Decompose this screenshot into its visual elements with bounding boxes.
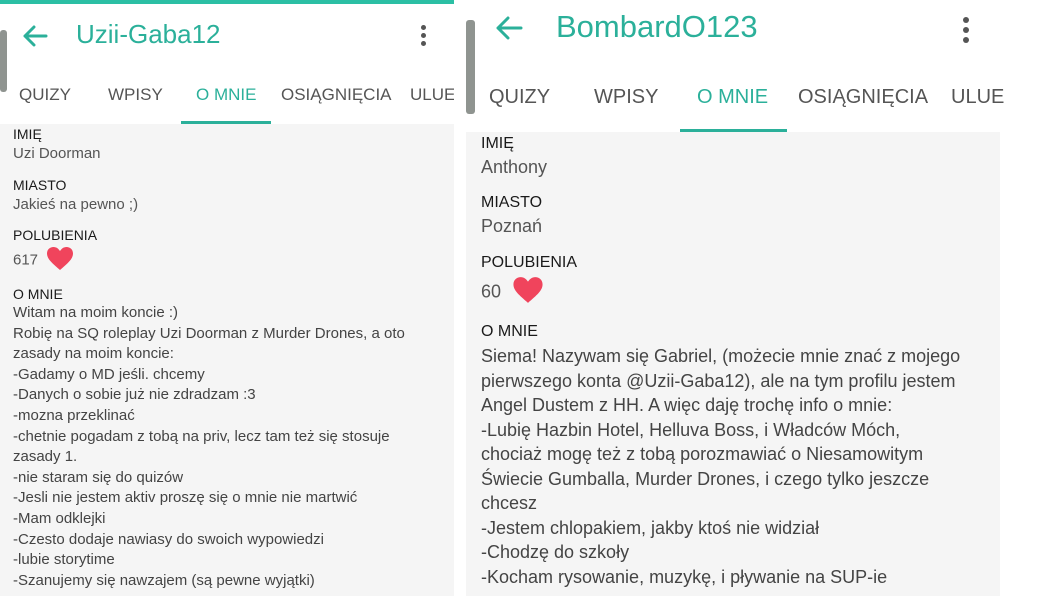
left-profile-screen: Uzii-Gaba12 QUIZY WPISY O MNIE OSIĄGNIĘC… (0, 0, 454, 596)
profile-username: BombardO123 (556, 9, 758, 44)
tab-o-mnie[interactable]: O MNIE (196, 85, 256, 105)
tab-o-mnie[interactable]: O MNIE (697, 86, 768, 109)
tab-quizy[interactable]: QUIZY (489, 86, 550, 109)
tab-osiagniecia[interactable]: OSIĄGNIĘCIA (798, 86, 928, 109)
likes-count: 60 (481, 281, 502, 302)
city-value: Poznań (481, 216, 543, 236)
name-label: IMIĘ (13, 126, 42, 142)
profile-username: Uzii-Gaba12 (76, 19, 221, 49)
about-label: O MNIE (13, 286, 63, 302)
about-field: O MNIE Siema! Nazywam się Gabriel, (może… (481, 323, 1000, 589)
tab-osiagniecia[interactable]: OSIĄGNIĘCIA (281, 85, 392, 105)
about-line: -nie staram się do quizów (13, 468, 184, 486)
about-line: zasady 1. (13, 448, 78, 466)
about-text: Witam na moim koncie :) Robię na SQ role… (13, 303, 454, 591)
about-line: -Gadamy o MD jeśli. chcemy (13, 365, 205, 383)
likes-count: 617 (13, 251, 39, 269)
city-label: MIASTO (13, 177, 67, 193)
more-vertical-icon[interactable] (421, 25, 426, 49)
more-vertical-icon[interactable] (963, 17, 969, 47)
back-arrow-icon[interactable] (22, 25, 48, 47)
city-field: MIASTO Poznań (481, 194, 1000, 237)
about-line: Robię na SQ roleplay Uzi Doorman z Murde… (13, 324, 405, 342)
about-content: IMIĘ Anthony MIASTO Poznań POLUBIENIA 60… (466, 132, 1000, 596)
about-content: IMIĘ Uzi Doorman MIASTO Jakieś na pewno … (0, 124, 454, 596)
about-line: -Danych o sobie już nie zdradzam :3 (13, 386, 256, 404)
about-line: -Lubię Hazbin Hotel, Helluva Boss, i Wła… (481, 419, 901, 440)
about-line: -lubie storytime (13, 551, 115, 569)
likes-field: POLUBIENIA 60 (481, 254, 1000, 309)
about-label: O MNIE (481, 323, 538, 340)
about-line: Angel Dustem z HH. A więc daję trochę in… (481, 395, 893, 415)
name-field: IMIĘ Uzi Doorman (13, 126, 454, 162)
tab-ulubione[interactable]: ULUE (951, 86, 1004, 109)
about-line: -Chodzę do szkoły (481, 542, 630, 562)
about-field: O MNIE Witam na moim koncie :) Robię na … (13, 286, 454, 591)
city-value: Jakieś na pewno ;) (13, 196, 139, 213)
likes-label: POLUBIENIA (481, 254, 578, 271)
tab-wpisy[interactable]: WPISY (108, 85, 163, 105)
city-field: MIASTO Jakieś na pewno ;) (13, 177, 454, 213)
about-line: pierwszego konta @Uzii-Gaba12), ale na t… (481, 370, 956, 391)
about-line: -Szanujemy się nawzajem (są pewne wyjątk… (13, 571, 315, 589)
about-line: -Mam odklejki (13, 509, 106, 527)
tab-ulubione[interactable]: ULUE (410, 85, 454, 105)
name-field: IMIĘ Anthony (481, 135, 1000, 178)
about-line: chcesz (481, 493, 538, 513)
name-value: Anthony (481, 157, 548, 177)
city-label: MIASTO (481, 194, 543, 211)
about-line: Witam na moim koncie :) (13, 304, 179, 321)
edge-handle (466, 20, 475, 114)
name-value: Uzi Doorman (13, 145, 101, 162)
right-profile-screen: BombardO123 QUIZY WPISY O MNIE OSIĄGNIĘC… (466, 0, 1006, 596)
likes-row: 60 (481, 276, 1000, 309)
about-line: -mozna przeklinać (13, 406, 135, 424)
likes-row: 617 (13, 246, 454, 275)
heart-icon[interactable] (512, 276, 544, 309)
about-line: chociaż mogę też z tobą porozmawiać o Ni… (481, 444, 924, 464)
about-line: -Jesli nie jestem aktiv proszę się o mni… (13, 489, 358, 507)
tab-quizy[interactable]: QUIZY (19, 85, 71, 105)
back-arrow-icon[interactable] (495, 16, 523, 40)
likes-field: POLUBIENIA 617 (13, 227, 454, 275)
tab-wpisy[interactable]: WPISY (594, 86, 658, 109)
about-line: -Czesto dodaje nawiasy do swoich wypowie… (13, 530, 324, 548)
likes-label: POLUBIENIA (13, 227, 98, 243)
about-text: Siema! Nazywam się Gabriel, (możecie mni… (481, 344, 1000, 589)
top-accent-line (0, 0, 454, 4)
about-line: -Kocham rysowanie, muzykę, i pływanie na… (481, 566, 888, 587)
about-line: -chetnie pogadam z tobą na priv, lecz ta… (13, 427, 390, 445)
heart-icon[interactable] (46, 246, 74, 275)
edge-handle (0, 30, 7, 92)
name-label: IMIĘ (481, 135, 514, 152)
about-line: Świecie Gumballa, Murder Drones, i czego… (481, 468, 930, 489)
about-line: -Jestem chlopakiem, jakby ktoś nie widzi… (481, 517, 820, 538)
about-line: Siema! Nazywam się Gabriel, (możecie mni… (481, 346, 961, 366)
about-line: zasady na moim koncie: (13, 345, 174, 363)
